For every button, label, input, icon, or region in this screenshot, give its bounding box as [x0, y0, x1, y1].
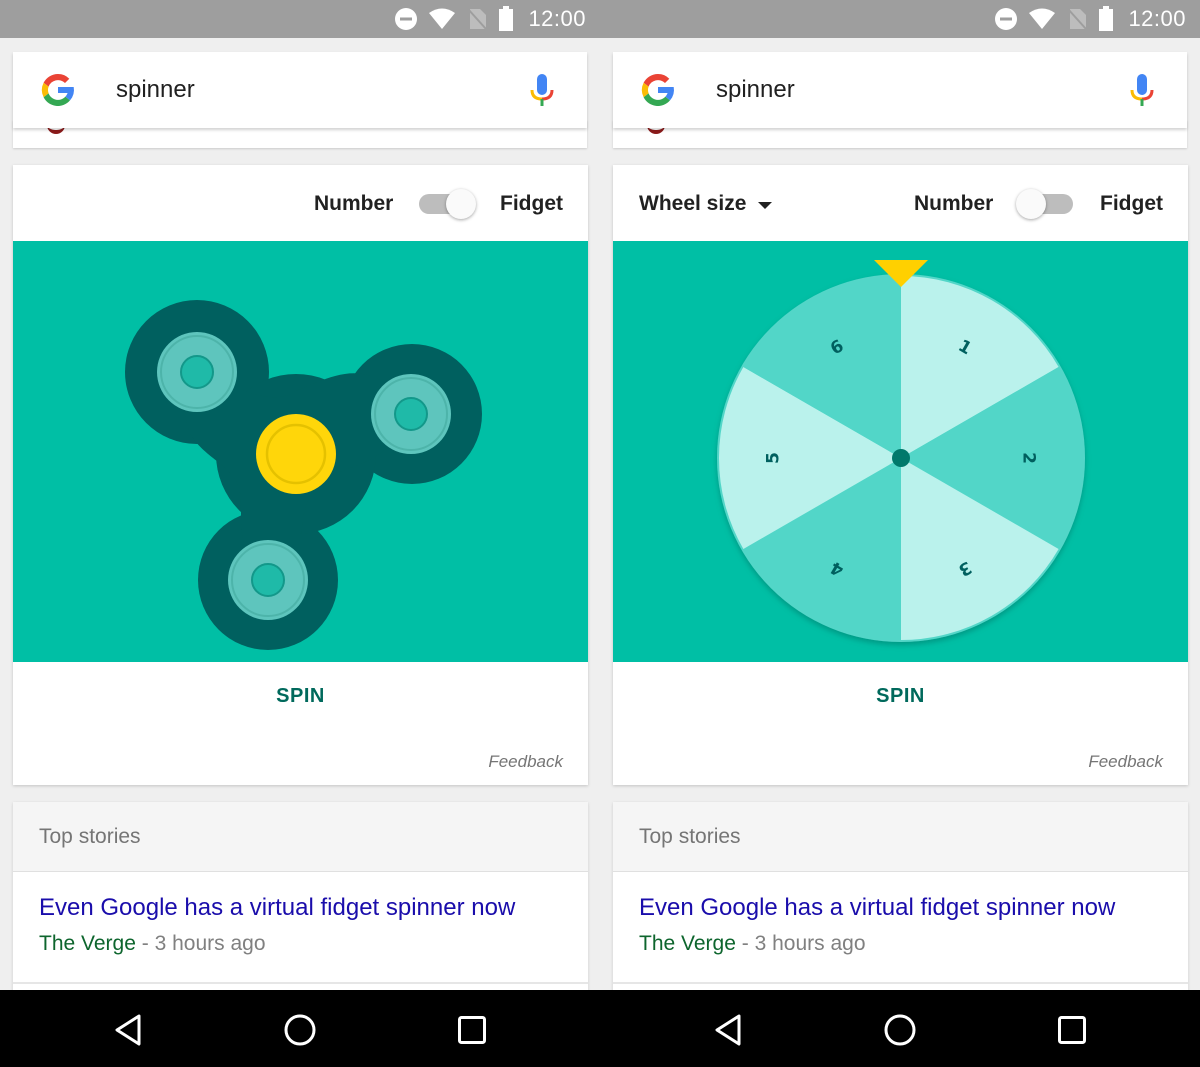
- spinner-controls: Wheel size Number Fidget: [613, 165, 1188, 241]
- screen-number: 12:00 spinner Wheel size Number Fidget 1…: [600, 0, 1200, 1067]
- story-meta: The Verge - 3 hours ago: [639, 932, 866, 955]
- wheel-label-5: 5: [764, 452, 784, 464]
- top-stories-card: Top stories Even Google has a virtual fi…: [613, 802, 1188, 992]
- wheel-label-2: 2: [1018, 452, 1038, 464]
- recents-button[interactable]: [1052, 1010, 1092, 1050]
- mode-toggle[interactable]: [417, 189, 476, 219]
- search-bar[interactable]: spinner: [13, 52, 587, 128]
- top-stories-header: Top stories: [13, 802, 588, 872]
- battery-icon: [1099, 6, 1114, 31]
- back-icon: [115, 1014, 141, 1046]
- home-icon: [284, 1014, 316, 1046]
- bearing-bottom: [228, 540, 308, 620]
- nav-bar: [600, 990, 1200, 1067]
- divider: [13, 982, 588, 984]
- dropdown-caret-icon: [758, 201, 773, 209]
- fidget-stage[interactable]: [13, 241, 588, 662]
- home-button[interactable]: [880, 1010, 920, 1050]
- toggle-thumb[interactable]: [446, 189, 476, 219]
- google-g-icon: [641, 73, 674, 106]
- wheel-size-dropdown[interactable]: Wheel size: [639, 192, 773, 216]
- no-sim-icon: [1067, 8, 1088, 30]
- spinner-card: Number Fidget SPIN Feedback: [13, 165, 588, 785]
- spinner-card: Wheel size Number Fidget 1 2 3 4 5 6 SPI…: [613, 165, 1188, 785]
- search-query[interactable]: spinner: [116, 76, 195, 104]
- feedback-link[interactable]: Feedback: [488, 752, 563, 772]
- top-stories-header: Top stories: [613, 802, 1188, 872]
- status-time: 12:00: [528, 6, 586, 31]
- recents-icon: [1058, 1016, 1086, 1044]
- toggle-label-fidget: Fidget: [500, 192, 563, 215]
- toggle-label-number: Number: [914, 192, 994, 215]
- screen-fidget: 12:00 spinner Number Fidget SPIN Feedbac…: [0, 0, 600, 1067]
- wifi-icon: [1029, 8, 1056, 29]
- home-button[interactable]: [280, 1010, 320, 1050]
- feedback-link[interactable]: Feedback: [1088, 752, 1163, 772]
- back-button[interactable]: [708, 1010, 748, 1050]
- battery-icon: [499, 6, 514, 31]
- spin-button[interactable]: SPIN: [13, 685, 588, 708]
- wifi-icon: [429, 8, 456, 29]
- story-title-link[interactable]: Even Google has a virtual fidget spinner…: [39, 894, 515, 922]
- fidget-spinner[interactable]: [13, 241, 588, 662]
- toggle-label-number: Number: [314, 192, 394, 215]
- spinner-center-cap: [256, 414, 336, 494]
- spinner-controls: Number Fidget: [13, 165, 588, 241]
- wheel-size-label: Wheel size: [639, 192, 747, 215]
- status-bar: 12:00: [0, 0, 600, 38]
- toggle-thumb[interactable]: [1016, 189, 1046, 219]
- recents-icon: [458, 1016, 486, 1044]
- story-source: The Verge: [639, 932, 736, 955]
- status-time: 12:00: [1128, 6, 1186, 31]
- recents-button[interactable]: [452, 1010, 492, 1050]
- toggle-label-fidget: Fidget: [1100, 192, 1163, 215]
- story-meta: The Verge - 3 hours ago: [39, 932, 266, 955]
- bearing-right: [371, 374, 451, 454]
- wheel-hub: [892, 449, 910, 467]
- story-age: 3 hours ago: [154, 932, 266, 955]
- google-g-icon: [41, 73, 74, 106]
- nav-bar: [0, 990, 600, 1067]
- story-source: The Verge: [39, 932, 136, 955]
- search-query[interactable]: spinner: [716, 76, 795, 104]
- screens-container: 12:00 spinner Number Fidget SPIN Feedbac…: [0, 0, 1200, 1067]
- story-item[interactable]: Even Google has a virtual fidget spinner…: [639, 894, 1115, 956]
- spin-button[interactable]: SPIN: [613, 685, 1188, 708]
- story-age: 3 hours ago: [754, 932, 866, 955]
- story-title-link[interactable]: Even Google has a virtual fidget spinner…: [639, 894, 1115, 922]
- microphone-icon[interactable]: [529, 74, 555, 108]
- microphone-icon[interactable]: [1129, 74, 1155, 108]
- wheel-stage[interactable]: 123456: [613, 241, 1188, 662]
- divider: [613, 982, 1188, 984]
- search-bar[interactable]: spinner: [613, 52, 1187, 128]
- number-wheel[interactable]: 123456: [613, 241, 1188, 662]
- do-not-disturb-icon: [395, 8, 418, 30]
- back-button[interactable]: [108, 1010, 148, 1050]
- mode-toggle[interactable]: [1016, 189, 1075, 219]
- no-sim-icon: [467, 8, 488, 30]
- home-icon: [884, 1014, 916, 1046]
- top-stories-card: Top stories Even Google has a virtual fi…: [13, 802, 588, 992]
- status-bar: 12:00: [600, 0, 1200, 38]
- story-item[interactable]: Even Google has a virtual fidget spinner…: [39, 894, 515, 956]
- back-icon: [715, 1014, 741, 1046]
- do-not-disturb-icon: [995, 8, 1018, 30]
- bearing-top-left: [157, 332, 237, 412]
